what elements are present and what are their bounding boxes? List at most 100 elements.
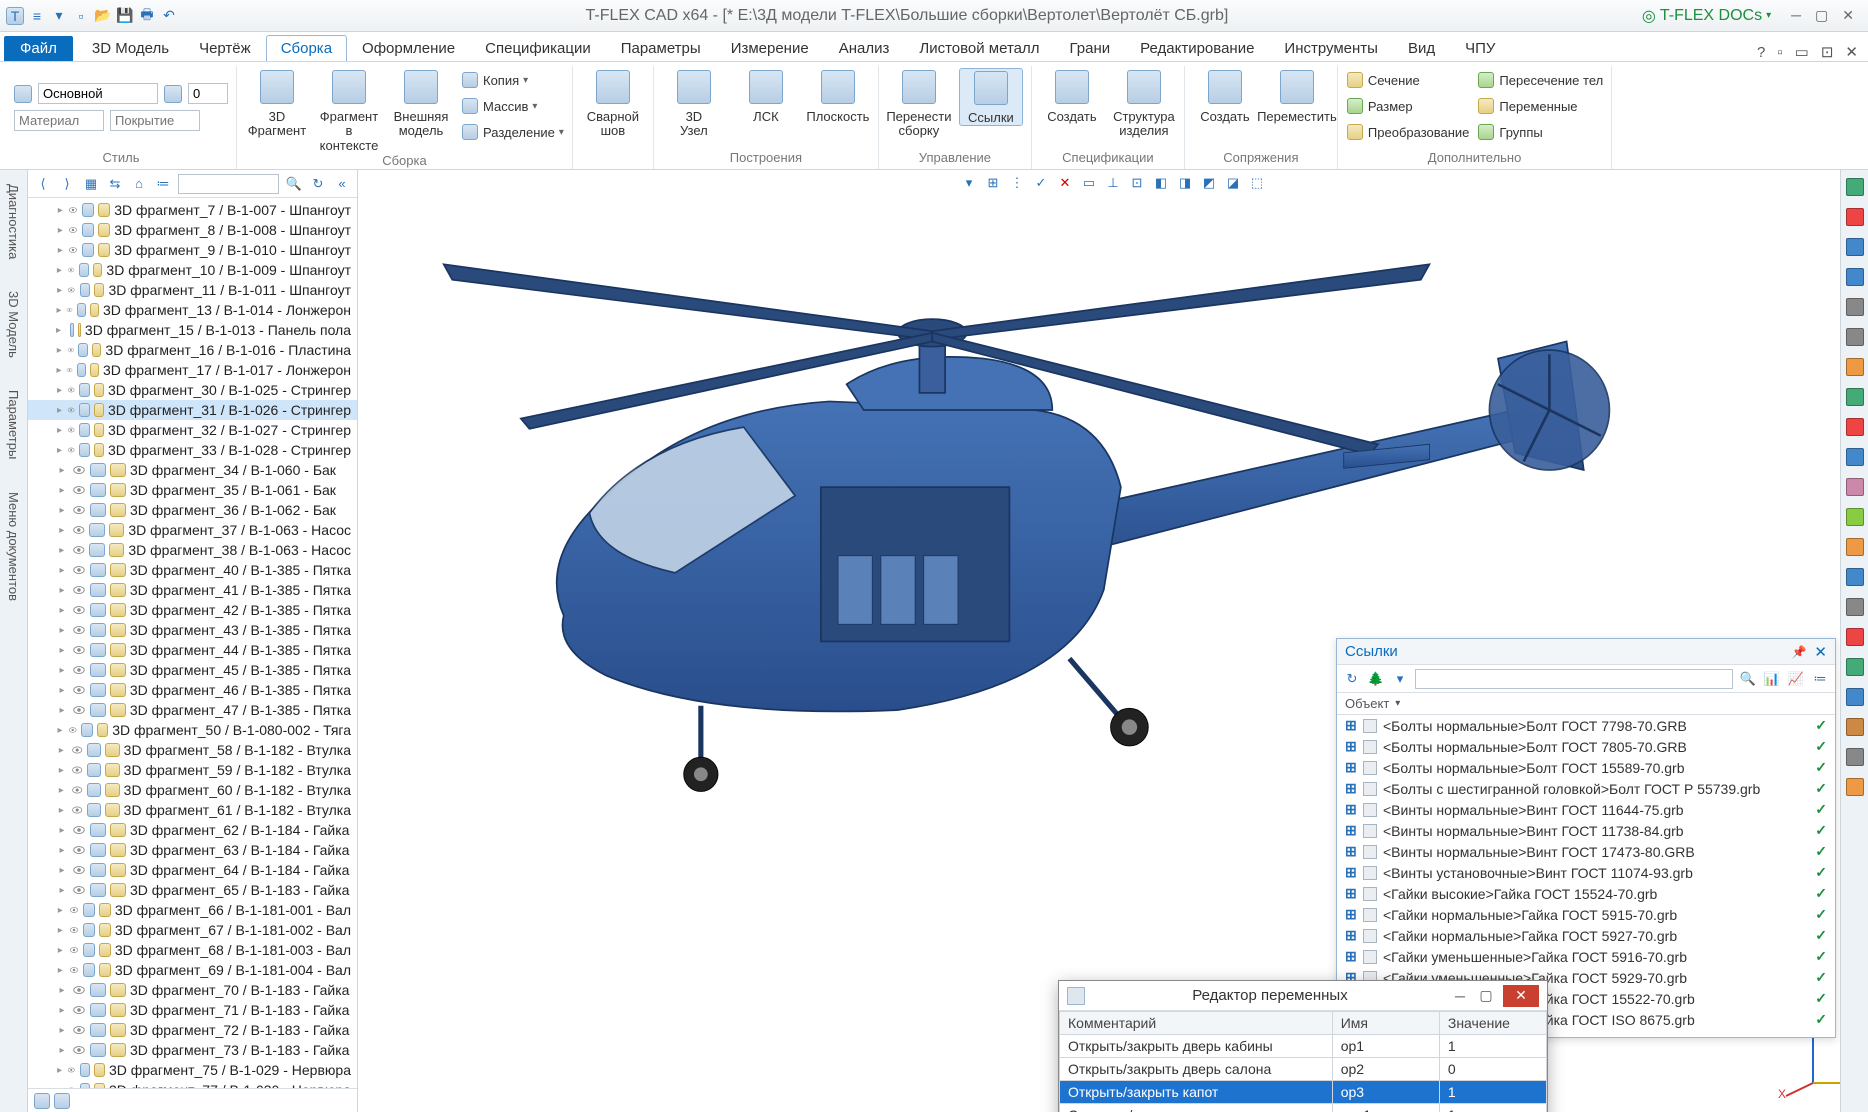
palette-tool-icon[interactable] <box>1844 296 1866 318</box>
tree-footer-icon1[interactable] <box>34 1093 50 1109</box>
tree-item[interactable]: ▸3D фрагмент_69 / В-1-181-004 - Вал <box>28 960 357 980</box>
palette-tool-icon[interactable] <box>1844 626 1866 648</box>
tab-Оформление[interactable]: Оформление <box>347 35 470 61</box>
dialog-minimize-button[interactable]: ─ <box>1447 985 1473 1007</box>
tab-Измерение[interactable]: Измерение <box>716 35 824 61</box>
tree-item[interactable]: ▸3D фрагмент_7 / В-1-007 - Шпангоут <box>28 200 357 220</box>
tree-item[interactable]: ▸3D фрагмент_42 / В-1-385 - Пятка <box>28 600 357 620</box>
variables-table[interactable]: Комментарий Имя Значение Открыть/закрыть… <box>1059 1011 1547 1112</box>
link-row[interactable]: ⊞<Болты с шестигранной головкой>Болт ГОС… <box>1337 778 1835 799</box>
palette-tool-icon[interactable] <box>1844 656 1866 678</box>
tree-item[interactable]: ▸3D фрагмент_34 / В-1-060 - Бак <box>28 460 357 480</box>
doc-icon[interactable]: ▫ <box>72 7 90 25</box>
link-row[interactable]: ⊞<Гайки нормальные>Гайка ГОСТ 5927-70.gr… <box>1337 925 1835 946</box>
tree-item[interactable]: ▸3D фрагмент_10 / В-1-009 - Шпангоут <box>28 260 357 280</box>
tab-Листовой металл[interactable]: Листовой металл <box>904 35 1054 61</box>
vp-icon[interactable]: ⋮ <box>1008 174 1026 192</box>
tree-item[interactable]: ▸3D фрагмент_68 / В-1-181-003 - Вал <box>28 940 357 960</box>
palette-tool-icon[interactable] <box>1844 566 1866 588</box>
palette-tool-icon[interactable] <box>1844 686 1866 708</box>
tree-nav-back-icon[interactable]: ⟨ <box>34 175 52 193</box>
tree-item[interactable]: ▸3D фрагмент_43 / В-1-385 - Пятка <box>28 620 357 640</box>
new-icon[interactable]: ▾ <box>50 7 68 25</box>
ribbon-button[interactable]: Создать <box>1193 68 1257 124</box>
vp-icon[interactable]: ⊡ <box>1128 174 1146 192</box>
tree-footer-icon2[interactable] <box>54 1093 70 1109</box>
tree-item[interactable]: ▸3D фрагмент_32 / В-1-027 - Стрингер <box>28 420 357 440</box>
lp-search-icon[interactable]: 🔍 <box>1739 670 1757 688</box>
tree-item[interactable]: ▸3D фрагмент_62 / В-1-184 - Гайка <box>28 820 357 840</box>
link-row[interactable]: ⊞<Винты нормальные>Винт ГОСТ 17473-80.GR… <box>1337 841 1835 862</box>
tree-sync-icon[interactable]: ⇆ <box>106 175 124 193</box>
tab-Грани[interactable]: Грани <box>1055 35 1126 61</box>
ribbon-button[interactable]: Перенестисборку <box>887 68 951 139</box>
link-row[interactable]: ⊞<Болты нормальные>Болт ГОСТ 15589-70.gr… <box>1337 757 1835 778</box>
tree-item[interactable]: ▸3D фрагмент_31 / В-1-026 - Стрингер <box>28 400 357 420</box>
link-row[interactable]: ⊞<Винты нормальные>Винт ГОСТ 11738-84.gr… <box>1337 820 1835 841</box>
palette-tool-icon[interactable] <box>1844 596 1866 618</box>
vp-icon[interactable]: ✕ <box>1056 174 1074 192</box>
style-icon[interactable] <box>14 85 32 103</box>
tree-filter-input[interactable] <box>178 174 279 194</box>
tree-item[interactable]: ▸3D фрагмент_8 / В-1-008 - Шпангоут <box>28 220 357 240</box>
ribbon-button[interactable]: ЛСК <box>734 68 798 124</box>
palette-tool-icon[interactable] <box>1844 476 1866 498</box>
link-row[interactable]: ⊞<Болты нормальные>Болт ГОСТ 7798-70.GRB… <box>1337 715 1835 736</box>
tree-item[interactable]: ▸3D фрагмент_40 / В-1-385 - Пятка <box>28 560 357 580</box>
palette-tool-icon[interactable] <box>1844 386 1866 408</box>
link-row[interactable]: ⊞<Винты нормальные>Винт ГОСТ 11644-75.gr… <box>1337 799 1835 820</box>
tree-nav-fwd-icon[interactable]: ⟩ <box>58 175 76 193</box>
ribbon-button-sm[interactable]: Сечение <box>1346 68 1470 92</box>
app-more-icon[interactable]: ⊡ <box>1821 43 1834 61</box>
tree-home-icon[interactable]: ⌂ <box>130 175 148 193</box>
palette-tool-icon[interactable] <box>1844 776 1866 798</box>
vp-icon[interactable]: ▭ <box>1080 174 1098 192</box>
tree-item[interactable]: ▸3D фрагмент_41 / В-1-385 - Пятка <box>28 580 357 600</box>
tree-item[interactable]: ▸3D фрагмент_66 / В-1-181-001 - Вал <box>28 900 357 920</box>
variable-row[interactable]: Открыть/закрыть капотop31 <box>1060 1081 1547 1104</box>
tab-Анализ[interactable]: Анализ <box>824 35 905 61</box>
tree-item[interactable]: ▸3D фрагмент_36 / В-1-062 - Бак <box>28 500 357 520</box>
save-icon[interactable]: 💾 <box>116 7 134 25</box>
tab-Параметры[interactable]: Параметры <box>606 35 716 61</box>
lp-filter-icon[interactable]: ▾ <box>1391 670 1409 688</box>
palette-tool-icon[interactable] <box>1844 716 1866 738</box>
palette-tool-icon[interactable] <box>1844 236 1866 258</box>
ribbon-button-sm[interactable]: Переменные <box>1477 94 1603 118</box>
ribbon-button[interactable]: Ссылки <box>959 68 1023 126</box>
palette-tool-icon[interactable] <box>1844 206 1866 228</box>
tree-item[interactable]: ▸3D фрагмент_13 / В-1-014 - Лонжерон <box>28 300 357 320</box>
coating-input[interactable] <box>110 110 200 131</box>
link-row[interactable]: ⊞<Гайки уменьшенные>Гайка ГОСТ 5916-70.g… <box>1337 946 1835 967</box>
ribbon-button[interactable]: 3DФрагмент <box>245 68 309 139</box>
vp-icon[interactable]: ⊞ <box>984 174 1002 192</box>
print-icon[interactable]: 🖶 <box>138 7 156 25</box>
ribbon-button-sm[interactable]: Копия <box>461 68 564 92</box>
lp-tree-icon[interactable]: 🌲 <box>1367 670 1385 688</box>
linewidth-icon[interactable] <box>164 85 182 103</box>
variable-row[interactable]: Открыть/закрыть дверь кабиныop11 <box>1060 1035 1547 1058</box>
ribbon-button-sm[interactable]: Разделение <box>461 120 564 144</box>
palette-tool-icon[interactable] <box>1844 356 1866 378</box>
ribbon-button-sm[interactable]: Размер <box>1346 94 1470 118</box>
vp-icon[interactable]: ◧ <box>1152 174 1170 192</box>
tree-search-icon[interactable]: 🔍 <box>285 175 303 193</box>
tree-refresh-icon[interactable]: ↻ <box>309 175 327 193</box>
vp-icon[interactable]: ◩ <box>1200 174 1218 192</box>
palette-tool-icon[interactable] <box>1844 446 1866 468</box>
tree-item[interactable]: ▸3D фрагмент_37 / В-1-063 - Насос <box>28 520 357 540</box>
tree-item[interactable]: ▸3D фрагмент_46 / В-1-385 - Пятка <box>28 680 357 700</box>
left-tab[interactable]: Диагностика <box>4 176 23 267</box>
palette-tool-icon[interactable] <box>1844 176 1866 198</box>
tree-item[interactable]: ▸3D фрагмент_11 / В-1-011 - Шпангоут <box>28 280 357 300</box>
ribbon-button-sm[interactable]: Преобразование <box>1346 120 1470 144</box>
ribbon-button[interactable]: Сварнойшов <box>581 68 645 139</box>
vp-icon[interactable]: ⬚ <box>1248 174 1266 192</box>
ribbon-button[interactable]: Плоскость <box>806 68 870 124</box>
tree-item[interactable]: ▸3D фрагмент_17 / В-1-017 - Лонжерон <box>28 360 357 380</box>
palette-tool-icon[interactable] <box>1844 746 1866 768</box>
tree-item[interactable]: ▸3D фрагмент_15 / В-1-013 - Панель пола <box>28 320 357 340</box>
file-button[interactable]: Файл <box>4 36 73 61</box>
tab-Сборка[interactable]: Сборка <box>266 35 347 61</box>
tree-item[interactable]: ▸3D фрагмент_59 / В-1-182 - Втулка <box>28 760 357 780</box>
